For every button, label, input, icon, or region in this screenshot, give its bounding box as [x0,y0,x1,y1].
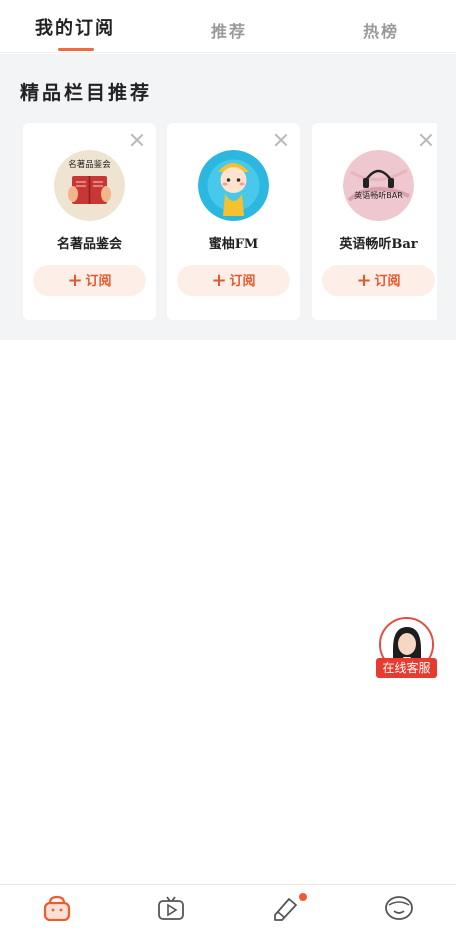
card-name: 蜜柚FM [208,237,259,252]
recommend-section: 精品栏目推荐 名著品鉴会 名著品鉴会 + 订阅 蜜柚FM + 订阅 英语畅听BA… [0,54,456,340]
face-icon [385,896,413,920]
top-tab-bar: 我的订阅 推荐 热榜 [0,0,456,53]
close-icon[interactable] [274,133,288,147]
pencil-icon [274,898,297,921]
online-customer-service-button[interactable]: 在线客服 [376,617,437,679]
section-title: 精品栏目推荐 [20,82,153,104]
nav-item-profile[interactable] [342,885,456,932]
card-name: 名著品鉴会 [56,237,122,252]
nav-item-home[interactable] [0,885,114,932]
plus-icon: + [211,270,227,291]
bottom-nav-bar [0,884,456,931]
recommend-card[interactable]: 名著品鉴会 名著品鉴会 + 订阅 [23,123,156,320]
close-icon[interactable] [419,133,433,147]
svg-text:名著品鉴会: 名著品鉴会 [68,159,111,170]
svg-text:英语畅听BAR: 英语畅听BAR [354,190,403,200]
subscribe-button[interactable]: + 订阅 [33,265,146,296]
recommend-card[interactable]: 英语畅听BAR 英语畅听Bar + 订阅 [312,123,437,320]
subscribe-button[interactable]: + 订阅 [177,265,290,296]
plus-icon: + [67,270,83,291]
tab-my-subscriptions[interactable]: 我的订阅 [35,14,115,40]
card-name: 英语畅听Bar [339,237,418,252]
active-tab-indicator [58,48,94,51]
recommend-card[interactable]: 蜜柚FM + 订阅 [167,123,300,320]
cover-image: 名著品鉴会 [54,150,125,221]
plus-icon: + [356,270,372,291]
cover-image [198,150,269,221]
nav-item-create[interactable] [228,885,342,932]
tab-hot-list[interactable]: 热榜 [363,18,399,42]
video-icon [158,896,184,920]
online-service-label: 在线客服 [376,658,437,678]
subscribe-button[interactable]: + 订阅 [322,265,435,296]
notification-badge [299,893,307,901]
cover-image: 英语畅听BAR [343,150,414,221]
recommend-carousel[interactable]: 名著品鉴会 名著品鉴会 + 订阅 蜜柚FM + 订阅 英语畅听BAR 英语畅听B… [23,123,437,320]
close-icon[interactable] [130,133,144,147]
tab-recommend[interactable]: 推荐 [211,18,247,42]
nav-item-video[interactable] [114,885,228,932]
bag-icon [43,895,71,921]
